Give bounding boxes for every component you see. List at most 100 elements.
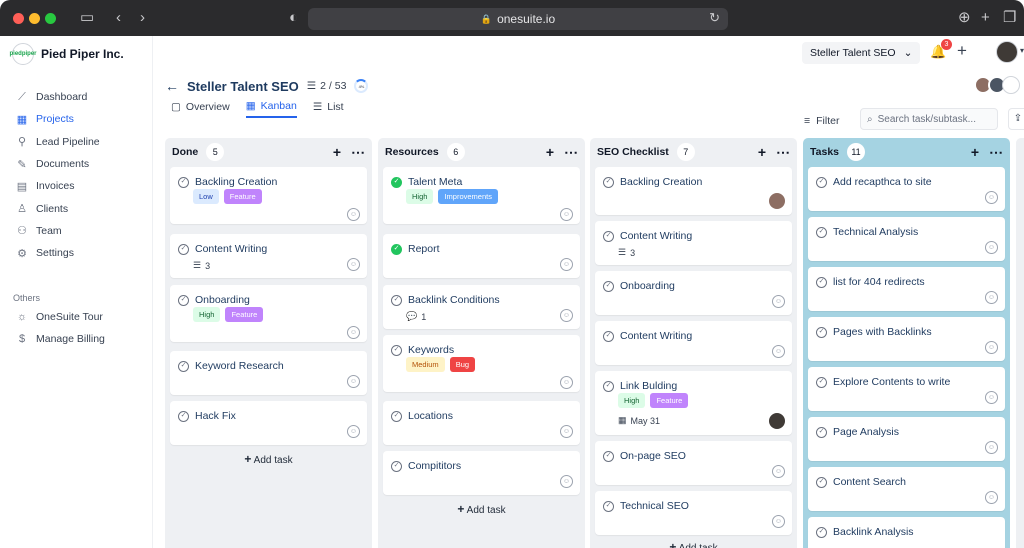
check-circle-icon[interactable]: ✓ — [603, 500, 614, 512]
task-card[interactable]: ✓ Backlink Conditions 💬 1 ☺ — [383, 285, 580, 329]
assign-user-icon[interactable]: ☺ — [347, 425, 360, 438]
close-window-button[interactable] — [13, 13, 24, 24]
task-card[interactable]: ✓ Content Writing ☰ 3 ☺ — [170, 234, 367, 278]
check-circle-icon[interactable]: ✓ — [178, 243, 189, 255]
check-circle-icon[interactable]: ✓ — [603, 330, 614, 342]
new-tab-icon[interactable]: + — [981, 9, 990, 27]
task-card[interactable]: ✓ Backlink Analysis — [808, 517, 1005, 548]
assign-user-icon[interactable]: ☺ — [560, 258, 573, 271]
add-task-button[interactable]: + Add task — [165, 452, 372, 466]
add-card-icon[interactable]: + — [546, 144, 554, 161]
check-circle-icon[interactable]: ✓ — [603, 230, 614, 242]
task-card[interactable]: ✓ Talent Meta High Improvements ☺ — [383, 167, 580, 224]
assign-user-icon[interactable]: ☺ — [347, 258, 360, 271]
avatar[interactable] — [769, 193, 785, 209]
assign-user-icon[interactable]: ☺ — [985, 241, 998, 254]
address-bar[interactable]: 🔒 onesuite.io ↻ — [308, 8, 728, 30]
check-circle-icon[interactable]: ✓ — [816, 176, 827, 188]
assign-user-icon[interactable]: ☺ — [560, 309, 573, 322]
check-circle-icon[interactable]: ✓ — [391, 344, 402, 356]
assign-user-icon[interactable]: ☺ — [985, 391, 998, 404]
more-icon[interactable]: ⋯ — [351, 144, 365, 161]
task-card[interactable]: ✓ Content Writing ☺ — [595, 321, 792, 365]
task-card[interactable]: ✓ Pages with Backlinks ☺ — [808, 317, 1005, 361]
shield-icon[interactable]: ◐ — [289, 9, 298, 27]
sidebar-item-team[interactable]: ⚇ Team — [16, 220, 100, 242]
add-card-icon[interactable]: + — [758, 144, 766, 161]
assign-user-icon[interactable]: ☺ — [985, 191, 998, 204]
assign-user-icon[interactable]: ☺ — [560, 208, 573, 221]
check-circle-icon[interactable]: ✓ — [816, 526, 827, 538]
check-circle-icon[interactable]: ✓ — [603, 280, 614, 292]
task-card[interactable]: ✓ Hack Fix ☺ — [170, 401, 367, 445]
task-card[interactable]: ✓ Technical Analysis ☺ — [808, 217, 1005, 261]
task-card[interactable]: ✓ Report ☺ — [383, 234, 580, 278]
task-card[interactable]: ✓ Backling Creation — [595, 167, 792, 215]
task-card[interactable]: ✓ Keywords Medium Bug ☺ — [383, 335, 580, 392]
search-input[interactable]: ⌕ Search task/subtask... — [860, 108, 998, 130]
forward-nav-icon[interactable]: › — [140, 9, 145, 27]
check-circle-icon[interactable]: ✓ — [816, 326, 827, 338]
back-arrow-icon[interactable]: ← — [165, 78, 179, 94]
task-card[interactable]: ✓ Compititors ☺ — [383, 451, 580, 495]
task-card[interactable]: ✓ Content Writing ☰ 3 — [595, 221, 792, 265]
more-icon[interactable]: ⋯ — [564, 144, 578, 161]
sidebar-item-lead-pipeline[interactable]: ⚲ Lead Pipeline — [16, 131, 100, 153]
plus-icon[interactable]: + — [957, 41, 967, 61]
tab-list[interactable]: ☰ List — [313, 100, 344, 118]
check-circle-icon[interactable]: ✓ — [391, 410, 402, 422]
export-icon[interactable]: ⇪ — [1008, 108, 1024, 130]
task-card[interactable]: ✓ Onboarding High Feature ☺ — [170, 285, 367, 342]
assign-user-icon[interactable]: ☺ — [347, 208, 360, 221]
assign-user-icon[interactable]: ☺ — [560, 376, 573, 389]
check-circle-icon[interactable]: ✓ — [816, 426, 827, 438]
maximize-window-button[interactable] — [45, 13, 56, 24]
assign-user-icon[interactable]: ☺ — [347, 375, 360, 388]
assign-user-icon[interactable]: ☺ — [985, 341, 998, 354]
sidebar-item-documents[interactable]: ✎ Documents — [16, 153, 100, 175]
check-circle-icon[interactable]: ✓ — [603, 450, 614, 462]
check-circle-icon[interactable]: ✓ — [391, 294, 402, 306]
assign-user-icon[interactable]: ☺ — [347, 326, 360, 339]
assign-user-icon[interactable]: ☺ — [772, 465, 785, 478]
task-card[interactable]: ✓ Explore Contents to write ☺ — [808, 367, 1005, 411]
sidebar-item-projects[interactable]: ▦ Projects — [16, 108, 100, 130]
add-member-icon[interactable] — [1002, 76, 1020, 94]
task-card[interactable]: ✓ Add recapthca to site ☺ — [808, 167, 1005, 211]
tab-overview[interactable]: ▢ Overview — [171, 100, 230, 118]
back-nav-icon[interactable]: ‹ — [116, 9, 121, 27]
check-circle-icon[interactable]: ✓ — [178, 176, 189, 188]
add-card-icon[interactable]: + — [333, 144, 341, 161]
check-circle-icon[interactable]: ✓ — [178, 360, 189, 372]
assign-user-icon[interactable]: ☺ — [772, 515, 785, 528]
sidebar-item-invoices[interactable]: ▤ Invoices — [16, 175, 100, 197]
filter-button[interactable]: ≡ Filter — [804, 115, 839, 127]
assign-user-icon[interactable]: ☺ — [560, 425, 573, 438]
task-card[interactable]: ✓ Page Analysis ☺ — [808, 417, 1005, 461]
more-icon[interactable]: ⋯ — [776, 144, 790, 161]
task-card[interactable]: ✓ Onboarding ☺ — [595, 271, 792, 315]
check-circle-icon[interactable]: ✓ — [603, 380, 614, 392]
task-card[interactable]: ✓ Locations ☺ — [383, 401, 580, 445]
task-card[interactable]: ✓ On-page SEO ☺ — [595, 441, 792, 485]
check-circle-filled-icon[interactable]: ✓ — [391, 243, 402, 255]
check-circle-icon[interactable]: ✓ — [816, 376, 827, 388]
add-task-button[interactable]: + Add task — [378, 502, 585, 516]
assign-user-icon[interactable]: ☺ — [985, 491, 998, 504]
check-circle-icon[interactable]: ✓ — [391, 460, 402, 472]
task-card[interactable]: ✓ Technical SEO ☺ — [595, 491, 792, 535]
chevron-down-icon[interactable]: ▾ — [1020, 46, 1024, 55]
add-card-icon[interactable]: + — [971, 144, 979, 161]
task-card[interactable]: ✓ Keyword Research ☺ — [170, 351, 367, 395]
task-card[interactable]: ✓ Content Search ☺ — [808, 467, 1005, 511]
sidebar-item-manage-billing[interactable]: $ Manage Billing — [16, 328, 105, 350]
minimize-window-button[interactable] — [29, 13, 40, 24]
check-circle-icon[interactable]: ✓ — [603, 176, 614, 188]
sidebar-item-onesuite-tour[interactable]: ☼ OneSuite Tour — [16, 306, 105, 328]
sidebar-toggle-icon[interactable]: ▭ — [80, 9, 94, 27]
member-avatars[interactable] — [974, 76, 1020, 94]
check-circle-icon[interactable]: ✓ — [816, 276, 827, 288]
sidebar-item-clients[interactable]: ♙ Clients — [16, 197, 100, 219]
more-icon[interactable]: ⋯ — [989, 144, 1003, 161]
assign-user-icon[interactable]: ☺ — [985, 291, 998, 304]
